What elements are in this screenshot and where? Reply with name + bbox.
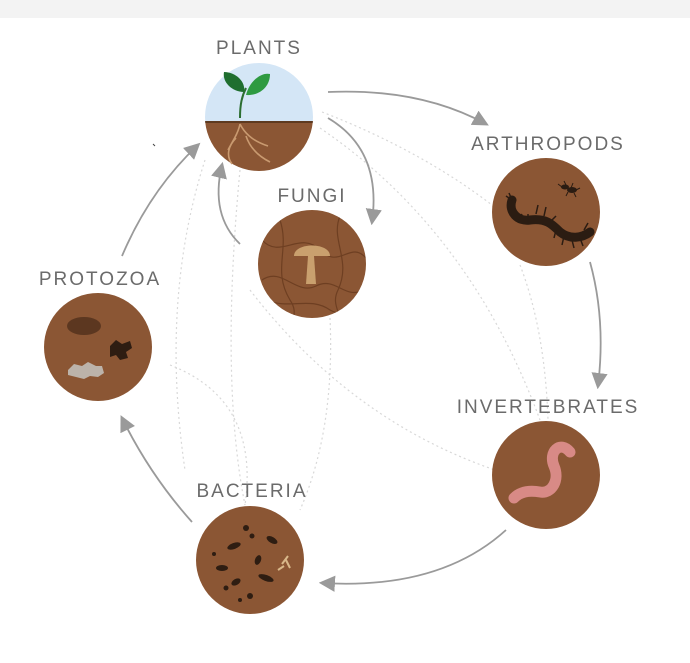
arrow-bacteria-to-protozoa xyxy=(120,415,193,523)
arrow-arthropods-to-invertebrates xyxy=(589,261,608,390)
arrow-plants-to-arthropods xyxy=(327,90,489,126)
invertebrates-node xyxy=(492,421,600,529)
plants-node xyxy=(205,63,313,171)
stray-mark xyxy=(152,143,156,147)
link-fungi-invertebrates xyxy=(249,289,496,471)
arrow-fungi-to-plants xyxy=(211,161,241,245)
node-label-invertebrates: INVERTEBRATES xyxy=(456,397,640,418)
link-plants-protozoa xyxy=(175,159,206,471)
faint-links xyxy=(169,111,549,511)
plants-soil xyxy=(205,121,313,171)
arthropods-node xyxy=(492,158,600,266)
arrow-invertebrates-to-bacteria xyxy=(318,529,507,592)
fungi-node xyxy=(258,210,366,318)
node-label-plants: PLANTS xyxy=(216,38,302,59)
node-label-protozoa: PROTOZOA xyxy=(38,269,162,290)
protozoa-node xyxy=(44,293,152,401)
bacteria-node xyxy=(196,506,304,614)
arrow-protozoa-to-plants xyxy=(121,142,201,257)
soil-food-web-diagram xyxy=(44,63,608,614)
link-plants-bacteria xyxy=(230,169,246,506)
node-label-fungi: FUNGI xyxy=(277,186,347,207)
node-label-bacteria: BACTERIA xyxy=(196,481,308,502)
node-label-arthropods: ARTHROPODS xyxy=(471,134,625,155)
link-plants-arthropods xyxy=(321,111,493,206)
